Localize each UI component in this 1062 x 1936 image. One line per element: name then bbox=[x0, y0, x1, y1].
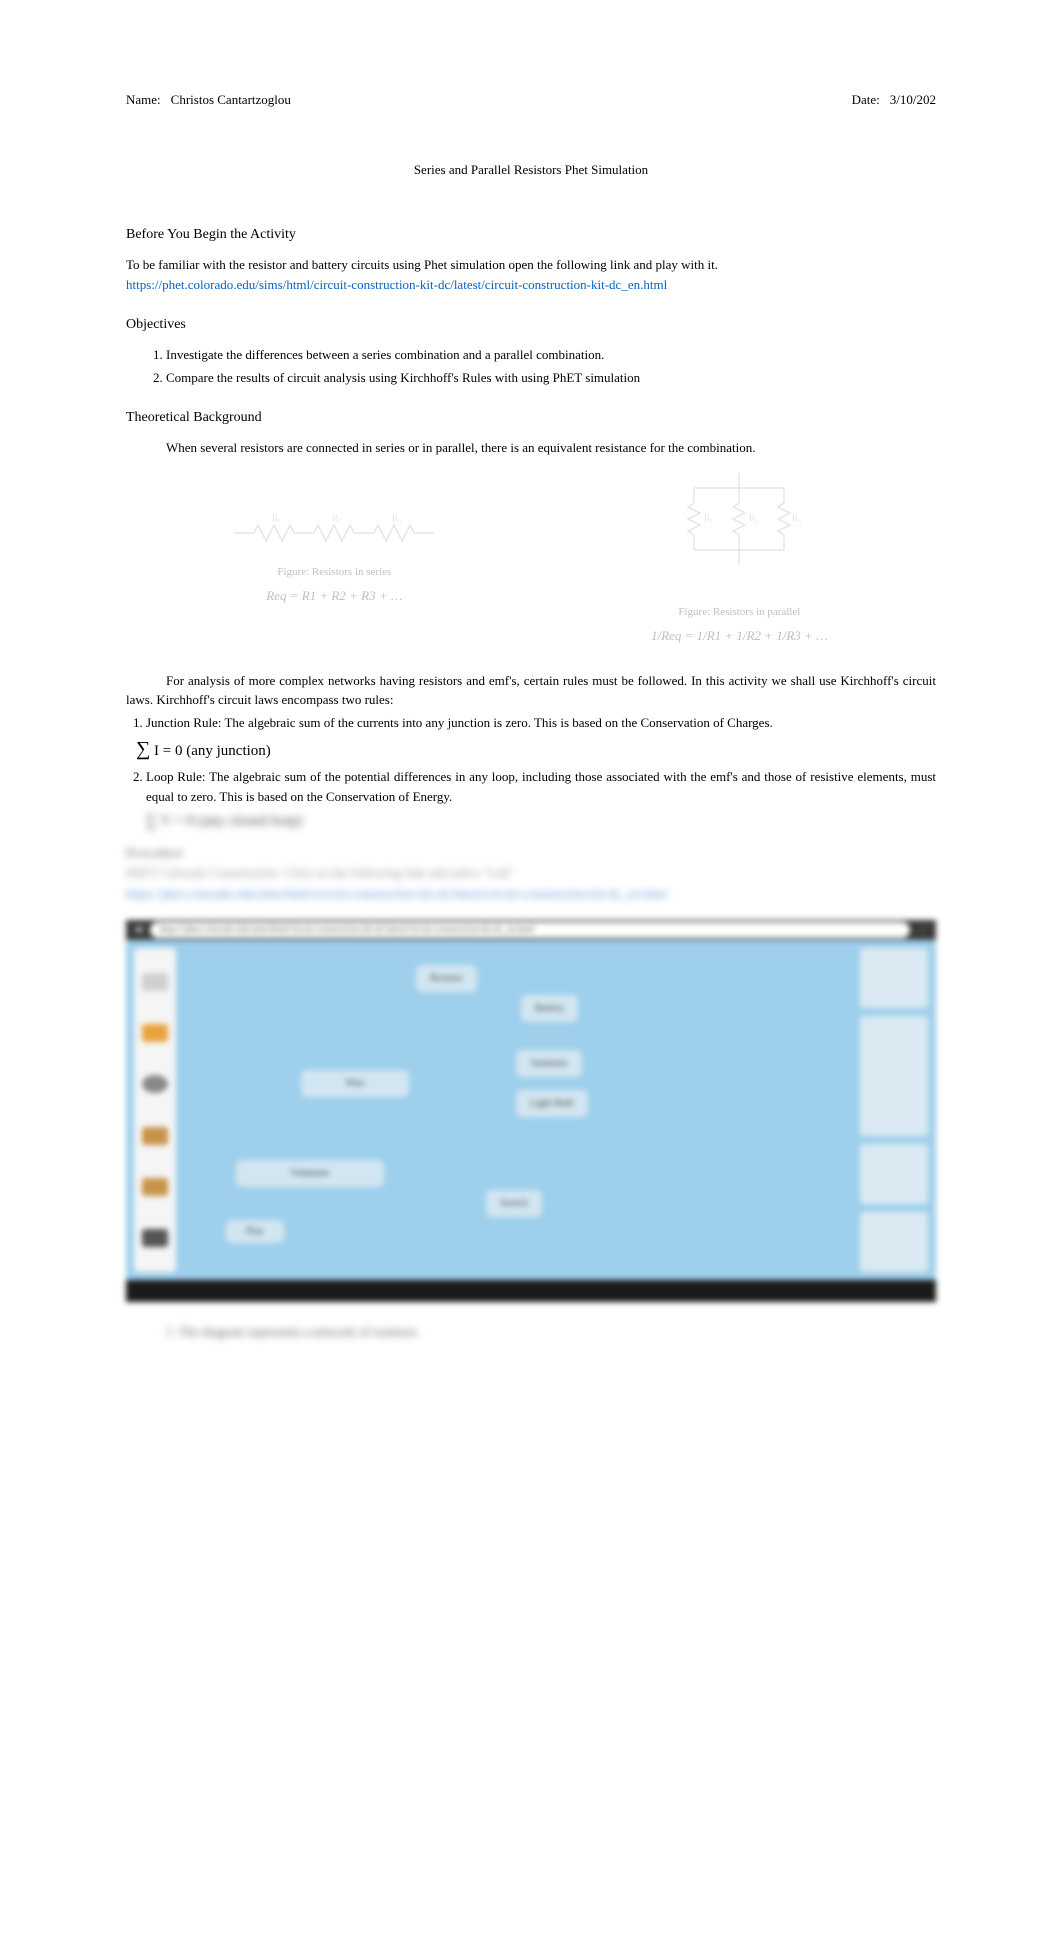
loop-formula: ∑ V = 0 (any closed loop) bbox=[146, 810, 936, 833]
sim-play: Play bbox=[226, 1220, 284, 1243]
back-icon: ◀ bbox=[134, 922, 142, 937]
loop-rule: Loop Rule: The algebraic sum of the pote… bbox=[146, 767, 936, 806]
sim-right-panel bbox=[860, 948, 928, 1272]
objectives-list: Investigate the differences between a se… bbox=[166, 345, 936, 387]
svg-text:R₃: R₃ bbox=[392, 513, 401, 523]
sim-label: Wire bbox=[301, 1070, 409, 1097]
objectives-heading: Objectives bbox=[126, 314, 936, 335]
sim-label: Voltmeter bbox=[236, 1160, 384, 1187]
rules-list: Junction Rule: The algebraic sum of the … bbox=[146, 713, 936, 733]
blurred-caption: 1. The diagram represents a network of r… bbox=[166, 1322, 936, 1342]
blurred-procedure-block: Procedure PhET Colorado Construction: Cl… bbox=[126, 843, 936, 905]
objective-item: Investigate the differences between a se… bbox=[166, 345, 936, 365]
sim-footer bbox=[126, 1280, 936, 1302]
procedure-link: https://phet.colorado.edu/sims/html/circ… bbox=[126, 884, 936, 905]
menu-icon: ⋮ bbox=[918, 922, 928, 937]
series-caption: Figure: Resistors in series bbox=[234, 564, 434, 581]
series-formula: Req = R1 + R2 + R3 + … bbox=[234, 586, 434, 606]
parallel-diagram: R₁ R₂ R₃ Figure: Resistors in parallel 1… bbox=[651, 473, 828, 646]
before-heading: Before You Begin the Activity bbox=[126, 224, 936, 245]
svg-text:R₂: R₂ bbox=[749, 513, 758, 523]
header-row: Name: Christos Cantartzoglou Date: 3/10/… bbox=[126, 90, 936, 110]
svg-text:R₃: R₃ bbox=[792, 513, 801, 523]
sim-label: Switch bbox=[486, 1190, 542, 1217]
sim-label: Light Bulb bbox=[516, 1090, 588, 1117]
before-text: To be familiar with the resistor and bat… bbox=[126, 255, 936, 275]
sim-label: Resistor bbox=[416, 965, 477, 992]
phet-link[interactable]: https://phet.colorado.edu/sims/html/circ… bbox=[126, 277, 667, 292]
parallel-formula: 1/Req = 1/R1 + 1/R2 + 1/R3 + … bbox=[651, 626, 828, 646]
procedure-heading: Procedure bbox=[126, 843, 936, 864]
date-value: 3/10/202 bbox=[890, 90, 936, 110]
sim-label: Ammeter bbox=[516, 1050, 582, 1077]
junction-rule: Junction Rule: The algebraic sum of the … bbox=[146, 713, 936, 733]
name-value: Christos Cantartzoglou bbox=[171, 90, 291, 110]
procedure-text: PhET Colorado Construction: Click on the… bbox=[126, 863, 936, 884]
name-label: Name: bbox=[126, 90, 161, 110]
sim-canvas: Resistor Battery Wire Ammeter Light Bulb… bbox=[126, 940, 936, 1280]
sim-left-toolbar bbox=[134, 948, 176, 1272]
svg-text:R₂: R₂ bbox=[332, 513, 341, 523]
svg-text:R₁: R₁ bbox=[704, 513, 713, 523]
page-title: Series and Parallel Resistors Phet Simul… bbox=[126, 160, 936, 180]
parallel-caption: Figure: Resistors in parallel bbox=[651, 604, 828, 621]
theory-intro: When several resistors are connected in … bbox=[126, 438, 936, 458]
sim-screenshot: ◀ https://phet.colorado.edu/sims/html/ci… bbox=[126, 920, 936, 1302]
url-bar: https://phet.colorado.edu/sims/html/circ… bbox=[150, 922, 910, 938]
kirchhoff-intro: For analysis of more complex networks ha… bbox=[126, 671, 936, 710]
browser-bar: ◀ https://phet.colorado.edu/sims/html/ci… bbox=[126, 920, 936, 940]
svg-text:R₁: R₁ bbox=[272, 513, 281, 523]
rules-list2: Loop Rule: The algebraic sum of the pote… bbox=[146, 767, 936, 806]
series-diagram: R₁ R₂ R₃ Figure: Resistors in series Req… bbox=[234, 513, 434, 606]
junction-formula: ∑ I = 0 (any junction) bbox=[136, 734, 936, 764]
objective-item: Compare the results of circuit analysis … bbox=[166, 368, 936, 388]
diagram-row: R₁ R₂ R₃ Figure: Resistors in series Req… bbox=[126, 473, 936, 646]
date-label: Date: bbox=[852, 90, 880, 110]
theory-heading: Theoretical Background bbox=[126, 407, 936, 428]
sim-label: Battery bbox=[521, 995, 578, 1022]
